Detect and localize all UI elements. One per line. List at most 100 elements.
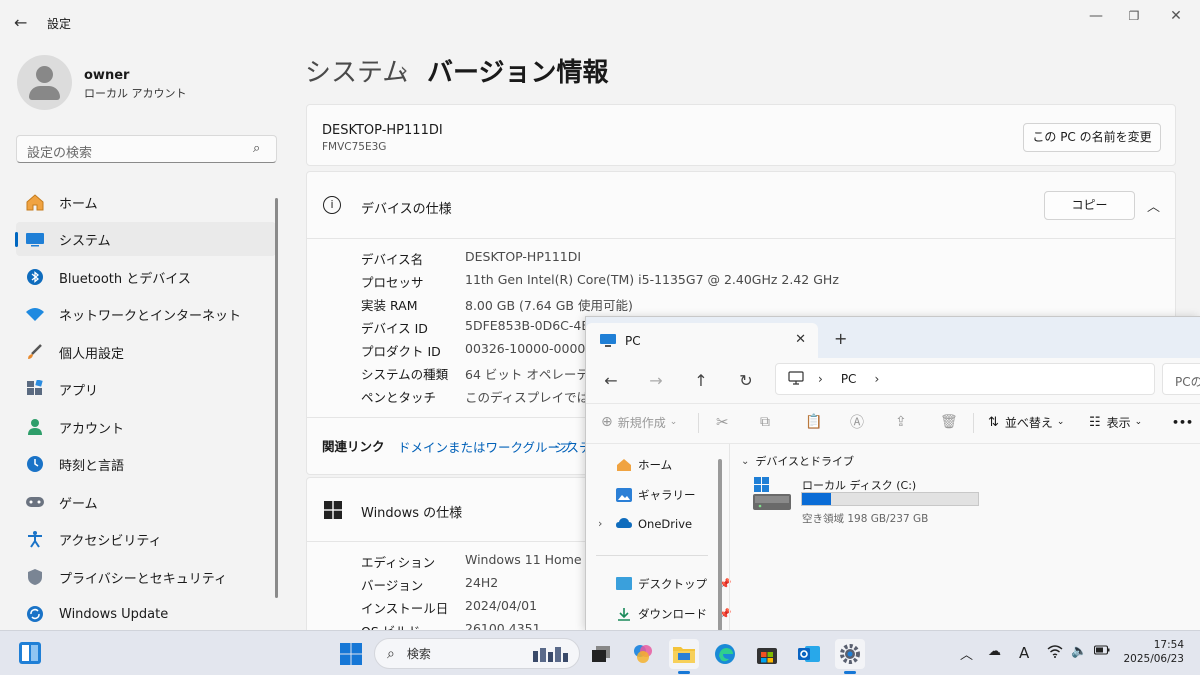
chevron-down-icon: ⌄ [1134, 417, 1143, 427]
nav-pane-label: ホーム [638, 458, 673, 472]
breadcrumb-parent[interactable]: システム [305, 52, 408, 89]
search-highlight-icon [531, 645, 569, 663]
new-tab-button[interactable]: + [834, 329, 847, 348]
search-icon[interactable]: ⌕ [253, 141, 260, 156]
view-button[interactable]: ☷ 表示 ⌄ [1089, 407, 1142, 437]
chevron-down-icon: ⌄ [741, 455, 750, 467]
copy-icon[interactable]: ⧉ [760, 407, 770, 437]
nav-pane-gallery[interactable]: ギャラリー [616, 487, 696, 503]
taskbar-search[interactable]: ⌕ 検索 [374, 638, 580, 669]
more-options-icon[interactable]: ••• [1172, 407, 1193, 437]
chevron-up-icon[interactable]: ︿ [960, 644, 973, 663]
chevron-up-icon[interactable]: ︿ [1147, 196, 1160, 215]
active-app-indicator [844, 671, 856, 674]
rename-pc-button[interactable]: この PC の名前を変更 [1023, 123, 1161, 152]
task-view-icon[interactable] [586, 639, 616, 669]
delete-icon[interactable]: 🗑 [940, 407, 958, 437]
sidebar-item-accounts[interactable]: アカウント [16, 410, 276, 444]
sidebar-item-network[interactable]: ネットワークとインターネット [16, 297, 276, 331]
nav-pane-downloads[interactable]: ダウンロード 📌 [616, 606, 731, 622]
clock[interactable]: 17:54 2025/06/23 [1118, 638, 1184, 666]
close-tab-icon[interactable]: ✕ [795, 332, 806, 347]
desktop-folder-icon [616, 577, 632, 591]
spec-key: ペンとタッチ [361, 390, 437, 405]
nav-pane-scrollbar[interactable] [718, 459, 722, 630]
explorer-search-input[interactable]: PCの [1162, 363, 1200, 395]
sidebar-item-privacy[interactable]: プライバシーとセキュリティ [16, 560, 276, 594]
sidebar-item-bluetooth[interactable]: Bluetooth とデバイス [16, 260, 276, 294]
copilot-icon[interactable] [628, 639, 658, 669]
address-bar[interactable]: › PC › [775, 363, 1155, 395]
copy-button[interactable]: コピー [1044, 191, 1135, 220]
close-icon[interactable]: ✕ [1156, 6, 1196, 26]
page-title: バージョン情報 [427, 58, 609, 88]
sidebar-item-gaming[interactable]: ゲーム [16, 485, 276, 519]
nav-pane-home[interactable]: ホーム [616, 457, 672, 473]
sidebar-item-personalization[interactable]: 個人用設定 [16, 335, 276, 369]
spec-key: エディション [361, 555, 436, 570]
sidebar-item-label: ネットワークとインターネット [59, 308, 242, 324]
device-spec-header[interactable]: i デバイスの仕様 コピー ︿ [307, 172, 1175, 239]
nav-pane-onedrive[interactable]: OneDrive [616, 517, 692, 531]
cloud-sync-icon[interactable]: ☁ [988, 644, 1001, 659]
sidebar-item-label: Windows Update [59, 606, 169, 622]
sidebar-item-home[interactable]: ホーム [16, 185, 276, 219]
battery-icon[interactable] [1093, 644, 1110, 660]
chevron-right-icon[interactable]: › [598, 517, 602, 530]
apps-icon [24, 378, 46, 400]
rename-icon[interactable]: Ⓐ [850, 407, 864, 437]
maximize-icon[interactable]: ❐ [1114, 6, 1154, 26]
share-icon[interactable]: ⇪ [895, 407, 907, 437]
sidebar-item-system[interactable]: システム [15, 222, 276, 256]
ime-indicator[interactable]: A [1019, 644, 1029, 662]
wifi-icon [24, 303, 46, 325]
start-button[interactable] [336, 639, 366, 669]
spec-value: 2024/04/01 [465, 598, 538, 613]
settings-search-input[interactable]: 設定の検索 [16, 135, 277, 163]
system-icon [24, 228, 46, 250]
minimize-icon[interactable]: — [1076, 6, 1116, 26]
spec-value: 24H2 [465, 575, 499, 590]
windows-spec-title: Windows の仕様 [361, 506, 463, 521]
new-button[interactable]: ⊕ 新規作成 ⌄ [601, 407, 677, 437]
edge-icon[interactable] [710, 639, 740, 669]
settings-gear-icon[interactable] [835, 639, 865, 674]
home-icon [24, 191, 46, 213]
chevron-down-icon: ⌄ [669, 417, 678, 427]
outlook-icon[interactable] [794, 639, 824, 669]
sidebar-item-label: アクセシビリティ [59, 533, 162, 549]
back-icon[interactable]: ← [596, 365, 626, 395]
drive-usage-bar [801, 492, 979, 506]
sidebar-item-label: ホーム [59, 196, 98, 212]
bluetooth-icon [24, 266, 46, 288]
sidebar-item-time-language[interactable]: 時刻と言語 [16, 447, 276, 481]
sort-button[interactable]: ⇅ 並べ替え ⌄ [988, 407, 1064, 437]
sidebar-item-accessibility[interactable]: アクセシビリティ [16, 522, 276, 556]
avatar[interactable] [17, 55, 72, 110]
sidebar-item-apps[interactable]: アプリ [16, 372, 276, 406]
refresh-icon[interactable]: ↻ [731, 365, 761, 395]
nav-pane-desktop[interactable]: デスクトップ 📌 [616, 576, 731, 592]
device-model: FMVC75E3G [322, 141, 387, 153]
local-disk-item[interactable]: ローカル ディスク (C:) 空き領域 198 GB/237 GB [751, 477, 991, 525]
cut-icon[interactable]: ✂ [716, 407, 729, 437]
store-icon[interactable] [752, 639, 782, 669]
up-icon[interactable]: ↑ [686, 365, 716, 395]
forward-icon[interactable]: → [641, 365, 671, 395]
wifi-icon[interactable] [1047, 644, 1063, 662]
file-explorer-icon[interactable] [669, 639, 699, 674]
widgets-icon[interactable] [15, 638, 45, 668]
nav-pane-label: OneDrive [638, 517, 693, 531]
paste-icon[interactable]: 📋 [805, 407, 822, 437]
view-icon: ☷ [1089, 414, 1101, 430]
devices-drives-group[interactable]: ⌄ デバイスとドライブ [741, 453, 854, 469]
speaker-icon[interactable]: 🔈 [1071, 644, 1087, 659]
domain-workgroup-link[interactable]: ドメインまたはワークグループ [398, 437, 572, 456]
sidebar-scrollbar[interactable] [275, 198, 278, 598]
address-segment[interactable]: PC [841, 372, 857, 386]
back-arrow-icon[interactable]: ← [14, 13, 27, 32]
sidebar-item-windows-update[interactable]: Windows Update [16, 597, 276, 631]
shield-icon [24, 566, 46, 588]
tab-pc[interactable]: PC ✕ [586, 323, 818, 358]
sidebar-item-label: 個人用設定 [59, 346, 125, 362]
